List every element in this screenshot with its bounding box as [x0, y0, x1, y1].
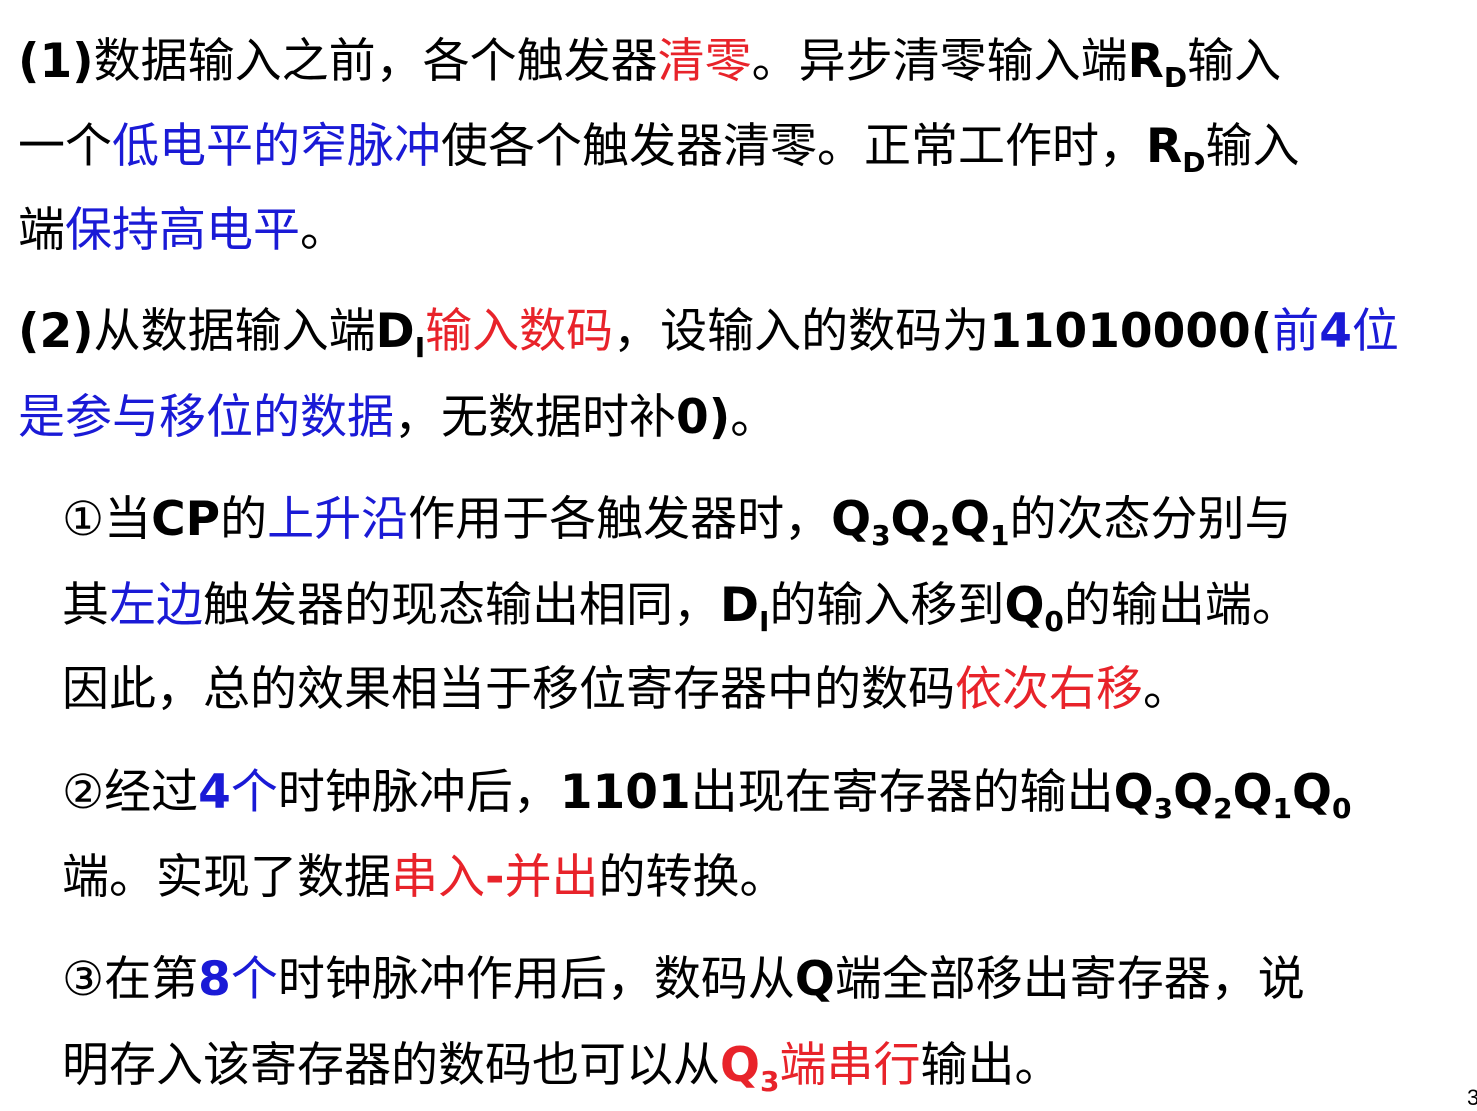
- text-segment: 4: [198, 765, 231, 820]
- text-segment: R: [1146, 119, 1183, 174]
- text-segment: -: [485, 850, 505, 905]
- text-segment: 输入: [1187, 34, 1282, 89]
- text-segment: 是参与移位的数据: [18, 390, 394, 445]
- text-line-8: 因此，总的效果相当于移位寄存器中的数码依次右移。: [62, 660, 1190, 720]
- subscript-text: D: [1163, 61, 1188, 94]
- text-segment: 出现在寄存器的输出: [690, 765, 1114, 820]
- text-segment: 0): [676, 390, 731, 445]
- subscript-text: 0: [1044, 605, 1064, 638]
- subscript-text: 3: [1153, 792, 1174, 825]
- text-segment: Q: [890, 492, 931, 547]
- text-segment: Q: [831, 492, 872, 547]
- text-segment: 上升沿: [267, 492, 409, 547]
- text-segment: 。: [1143, 662, 1190, 717]
- text-segment: 的: [220, 492, 268, 547]
- text-line-1: (1)数据输入之前，各个触发器清零。异步清零输入端RD输入: [18, 32, 1281, 92]
- text-segment: 8: [198, 952, 231, 1007]
- text-line-5: 是参与移位的数据，无数据时补0)。: [18, 388, 777, 448]
- text-line-11: ③在第8个时钟脉冲作用后，数码从Q端全部移出寄存器，说: [62, 950, 1305, 1010]
- text-segment: Q: [1004, 578, 1045, 633]
- text-segment: 端串行: [779, 1038, 921, 1093]
- text-segment: 其: [62, 578, 109, 633]
- text-segment: 保持高电平: [65, 203, 300, 258]
- subscript-text: I: [414, 331, 426, 364]
- text-segment: 端: [18, 203, 65, 258]
- text-line-9: ②经过4个时钟脉冲后，1101出现在寄存器的输出Q3Q2Q1Q0: [62, 763, 1351, 823]
- text-segment: ①当: [62, 492, 152, 547]
- text-segment: 输出。: [920, 1038, 1062, 1093]
- text-segment: 明存入该寄存器的数码也可以从: [62, 1038, 720, 1093]
- text-segment: 因此，总的效果相当于移位寄存器中的数码: [62, 662, 955, 717]
- text-segment: ，设输入的数码为: [613, 304, 990, 359]
- text-segment: R: [1127, 34, 1164, 89]
- text-segment: 并出: [504, 850, 599, 905]
- text-line-12: 明存入该寄存器的数码也可以从Q3端串行输出。: [62, 1036, 1061, 1096]
- subscript-text: 3: [871, 519, 891, 552]
- text-segment: 前: [1272, 304, 1320, 359]
- text-segment: 时钟脉冲作用后，数码从: [277, 952, 795, 1007]
- text-segment: Q: [950, 492, 990, 547]
- subscript-text: 2: [1213, 792, 1233, 825]
- text-segment: 端全部移出寄存器，说: [834, 952, 1305, 1007]
- text-line-10: 端。实现了数据串入-并出的转换。: [62, 848, 787, 908]
- text-segment: 输入数码: [425, 304, 614, 359]
- text-line-6: ①当CP的上升沿作用于各触发器时，Q3Q2Q1的次态分别与: [62, 490, 1291, 550]
- text-segment: ②经过: [62, 765, 199, 820]
- text-segment: 串入: [391, 850, 485, 905]
- text-segment: ，无数据时补: [394, 390, 676, 445]
- text-segment: CP: [151, 492, 221, 547]
- text-segment: 数据输入之前，各个触发器: [93, 34, 658, 89]
- text-segment: (2): [18, 304, 94, 359]
- subscript-text: I: [759, 605, 770, 638]
- text-segment: D: [720, 578, 760, 633]
- text-segment: (1): [18, 34, 94, 89]
- text-segment: 触发器的现态输出相同，: [203, 578, 720, 633]
- text-segment: 。: [730, 390, 778, 445]
- text-segment: Q: [794, 952, 835, 1007]
- subscript-text: 2: [930, 519, 950, 552]
- text-line-2: 一个低电平的窄脉冲使各个触发器清零。正常工作时，RD输入: [18, 117, 1299, 177]
- text-segment: Q: [1292, 765, 1332, 820]
- subscript-text: 0: [1331, 792, 1352, 825]
- text-segment: 端。实现了数据: [62, 850, 391, 905]
- page-number: 3: [1467, 1085, 1477, 1110]
- subscript-text: 1: [1272, 792, 1293, 825]
- text-segment: 输入: [1205, 119, 1300, 174]
- text-segment: D: [375, 304, 415, 359]
- text-segment: 清零: [657, 34, 752, 89]
- subscript-text: D: [1182, 146, 1206, 179]
- text-segment: Q: [720, 1038, 760, 1093]
- text-line-4: (2)从数据输入端DI输入数码，设输入的数码为11010000(前4位: [18, 302, 1399, 362]
- text-segment: 的次态分别与: [1009, 492, 1292, 547]
- subscript-text: 1: [989, 519, 1010, 552]
- text-segment: 个: [230, 765, 278, 820]
- text-segment: 依次右移: [955, 662, 1143, 717]
- text-segment: 低电平的窄脉冲: [112, 119, 441, 174]
- text-segment: Q: [1173, 765, 1214, 820]
- text-segment: 4: [1319, 304, 1352, 359]
- text-line-7: 其左边触发器的现态输出相同，DI的输入移到Q0的输出端。: [62, 576, 1299, 636]
- subscript-text: 3: [759, 1065, 780, 1098]
- text-segment: 的输入移到: [769, 578, 1005, 633]
- text-line-3: 端保持高电平。: [18, 201, 347, 261]
- text-segment: 时钟脉冲后，: [277, 765, 560, 820]
- text-segment: 位: [1351, 304, 1399, 359]
- text-segment: 一个: [18, 119, 112, 174]
- text-segment: 11010000(: [989, 304, 1273, 359]
- text-segment: 从数据输入端: [93, 304, 376, 359]
- text-segment: 的转换。: [598, 850, 787, 905]
- text-segment: 使各个触发器清零。正常工作时，: [441, 119, 1146, 174]
- text-segment: 左边: [109, 578, 203, 633]
- text-segment: 。异步清零输入端: [751, 34, 1128, 89]
- text-segment: 个: [230, 952, 278, 1007]
- text-segment: 的输出端。: [1063, 578, 1299, 633]
- text-segment: 1101: [559, 765, 691, 820]
- text-segment: 。: [300, 203, 347, 258]
- text-segment: ③在第: [62, 952, 199, 1007]
- text-segment: Q: [1232, 765, 1273, 820]
- text-segment: 作用于各触发器时，: [408, 492, 832, 547]
- text-segment: Q: [1113, 765, 1154, 820]
